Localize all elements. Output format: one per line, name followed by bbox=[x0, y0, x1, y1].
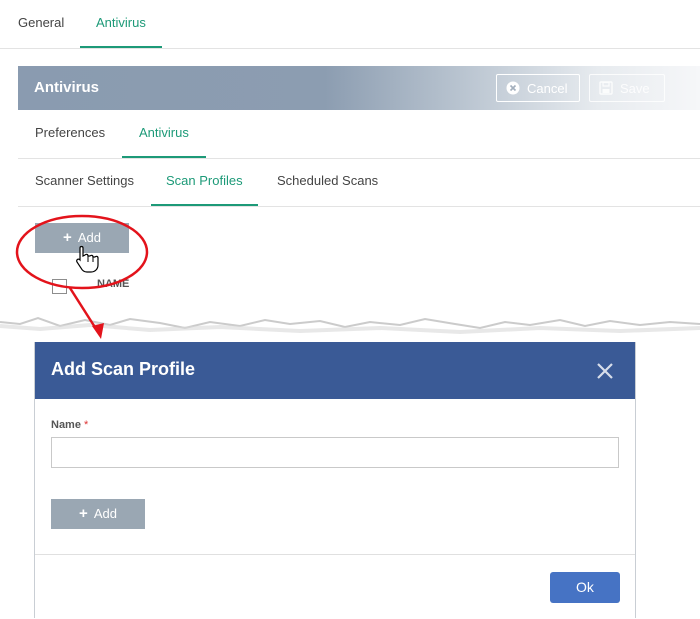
add-profile-button[interactable]: + Add bbox=[35, 223, 129, 253]
save-floppy-icon bbox=[599, 81, 613, 95]
select-all-checkbox[interactable] bbox=[52, 279, 67, 294]
dialog-add-button[interactable]: + Add bbox=[51, 499, 145, 529]
save-button[interactable]: Save bbox=[589, 74, 665, 102]
torn-edge bbox=[0, 316, 700, 344]
plus-icon: + bbox=[63, 229, 72, 246]
ok-button[interactable]: Ok bbox=[550, 572, 620, 603]
name-column-header[interactable]: NAME bbox=[97, 278, 129, 290]
plus-icon: + bbox=[79, 505, 88, 522]
dialog-title: Add Scan Profile bbox=[51, 359, 196, 379]
tab-antivirus-settings[interactable]: Antivirus bbox=[122, 110, 206, 158]
tab-scanner-settings[interactable]: Scanner Settings bbox=[35, 158, 134, 204]
tab-scan-profiles[interactable]: Scan Profiles bbox=[151, 158, 258, 206]
tab-preferences[interactable]: Preferences bbox=[35, 110, 105, 156]
add-scan-profile-dialog: Add Scan Profile Name * + Add Ok bbox=[34, 342, 636, 618]
close-icon[interactable] bbox=[595, 361, 615, 381]
antivirus-panel: Antivirus Cancel Save Preferences Antivi… bbox=[18, 66, 700, 326]
name-label-text: Name bbox=[51, 419, 81, 431]
dialog-header: Add Scan Profile bbox=[35, 342, 635, 399]
dialog-footer: Ok bbox=[35, 554, 635, 619]
sub-tab-bar: Preferences Antivirus bbox=[18, 110, 700, 159]
panel-header: Antivirus Cancel Save bbox=[18, 66, 700, 110]
dialog-add-label: Add bbox=[93, 506, 117, 521]
profile-name-input[interactable] bbox=[51, 437, 619, 468]
save-button-label: Save bbox=[620, 81, 650, 96]
cancel-circle-icon bbox=[506, 81, 520, 95]
scan-tab-bar: Scanner Settings Scan Profiles Scheduled… bbox=[18, 158, 700, 207]
cancel-button-label: Cancel bbox=[527, 81, 568, 96]
tab-antivirus[interactable]: Antivirus bbox=[80, 0, 162, 48]
name-field-label: Name * bbox=[51, 419, 88, 431]
required-marker: * bbox=[84, 419, 89, 431]
add-button-label: Add bbox=[77, 230, 101, 245]
tab-scheduled-scans[interactable]: Scheduled Scans bbox=[277, 158, 378, 204]
tab-general[interactable]: General bbox=[18, 0, 64, 46]
top-tab-bar: General Antivirus bbox=[0, 0, 700, 49]
cancel-button[interactable]: Cancel bbox=[496, 74, 580, 102]
panel-title: Antivirus bbox=[34, 79, 100, 96]
